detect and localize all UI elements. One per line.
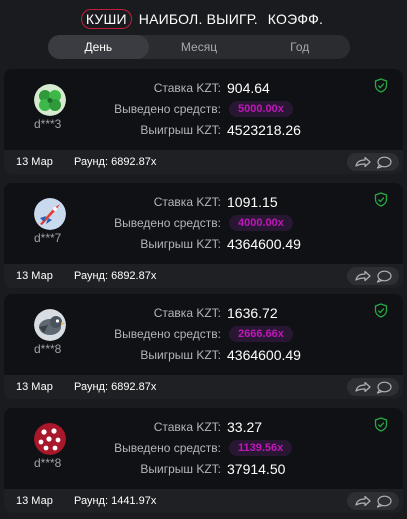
round-multiplier: 6892.87x [111, 270, 157, 282]
share-chat-actions [347, 267, 399, 285]
chat-icon[interactable] [376, 270, 392, 283]
period-month[interactable]: Месяц [149, 35, 250, 59]
cashout-label: Выведено средств: [114, 441, 221, 455]
cashout-label: Выведено средств: [114, 327, 221, 341]
cashout-label: Выведено средств: [114, 216, 221, 230]
bet-card: d***8 Ставка KZT: 33.27 Выведено средств… [4, 408, 403, 513]
round-multiplier: 6892.87x [111, 381, 157, 393]
bet-label: Ставка KZT: [153, 195, 221, 209]
share-icon[interactable] [354, 381, 372, 393]
bet-date: 13 Мар [16, 381, 53, 393]
win-amount: 37914.50 [227, 461, 286, 477]
share-chat-actions [347, 492, 399, 510]
cashout-multiplier: 4000.00x [229, 215, 293, 231]
bet-amount: 1091.15 [227, 194, 278, 210]
bet-card: d***8 Ставка KZT: 1636.72 Выведено средс… [4, 294, 403, 399]
bet-amount: 33.27 [227, 419, 263, 435]
bet-amount: 904.64 [227, 80, 270, 96]
win-amount: 4523218.26 [227, 122, 301, 138]
shield-check-icon[interactable] [374, 192, 388, 207]
bet-date: 13 Мар [16, 270, 53, 282]
chat-icon[interactable] [376, 495, 392, 508]
bet-date: 13 Мар [16, 156, 53, 168]
cashout-label: Выведено средств: [114, 102, 221, 116]
cashout-multiplier: 2666.66x [229, 326, 293, 342]
share-icon[interactable] [354, 156, 372, 168]
leaderboard-tabs: КУШИ НАИБОЛ. ВЫИГР. КОЭФФ. [0, 8, 407, 30]
bet-card: d***3 Ставка KZT: 904.64 Выведено средст… [4, 69, 403, 174]
bet-amount: 1636.72 [227, 305, 278, 321]
round-label: Раунд: [74, 270, 109, 282]
round-multiplier: 1441.97x [111, 495, 157, 507]
shield-check-icon[interactable] [374, 78, 388, 93]
round-label: Раунд: [74, 381, 109, 393]
win-label: Выигрыш KZT: [140, 123, 221, 137]
chat-icon[interactable] [376, 381, 392, 394]
round-label: Раунд: [74, 156, 109, 168]
round-label: Раунд: [74, 495, 109, 507]
tab-big-wins[interactable]: КУШИ [80, 9, 132, 29]
win-amount: 4364600.49 [227, 347, 301, 363]
bet-label: Ставка KZT: [153, 81, 221, 95]
share-chat-actions [347, 378, 399, 396]
period-year[interactable]: Год [249, 35, 350, 59]
cashout-multiplier: 5000.00x [229, 101, 293, 117]
bet-date: 13 Мар [16, 495, 53, 507]
tab-biggest-wins[interactable]: НАИБОЛ. ВЫИГР. [136, 9, 261, 29]
cashout-multiplier: 1139.56x [229, 440, 293, 456]
tab-multipliers[interactable]: КОЭФФ. [265, 9, 326, 29]
period-day[interactable]: День [48, 35, 149, 59]
win-label: Выигрыш KZT: [140, 237, 221, 251]
period-switcher: День Месяц Год [48, 35, 350, 59]
share-icon[interactable] [354, 495, 372, 507]
bet-card: d***7 Ставка KZT: 1091.15 Выведено средс… [4, 183, 403, 288]
chat-icon[interactable] [376, 156, 392, 169]
shield-check-icon[interactable] [374, 417, 388, 432]
win-amount: 4364600.49 [227, 236, 301, 252]
share-icon[interactable] [354, 270, 372, 282]
round-multiplier: 6892.87x [111, 156, 157, 168]
share-chat-actions [347, 153, 399, 171]
bet-label: Ставка KZT: [153, 420, 221, 434]
bet-label: Ставка KZT: [153, 306, 221, 320]
win-label: Выигрыш KZT: [140, 462, 221, 476]
win-label: Выигрыш KZT: [140, 348, 221, 362]
shield-check-icon[interactable] [374, 303, 388, 318]
